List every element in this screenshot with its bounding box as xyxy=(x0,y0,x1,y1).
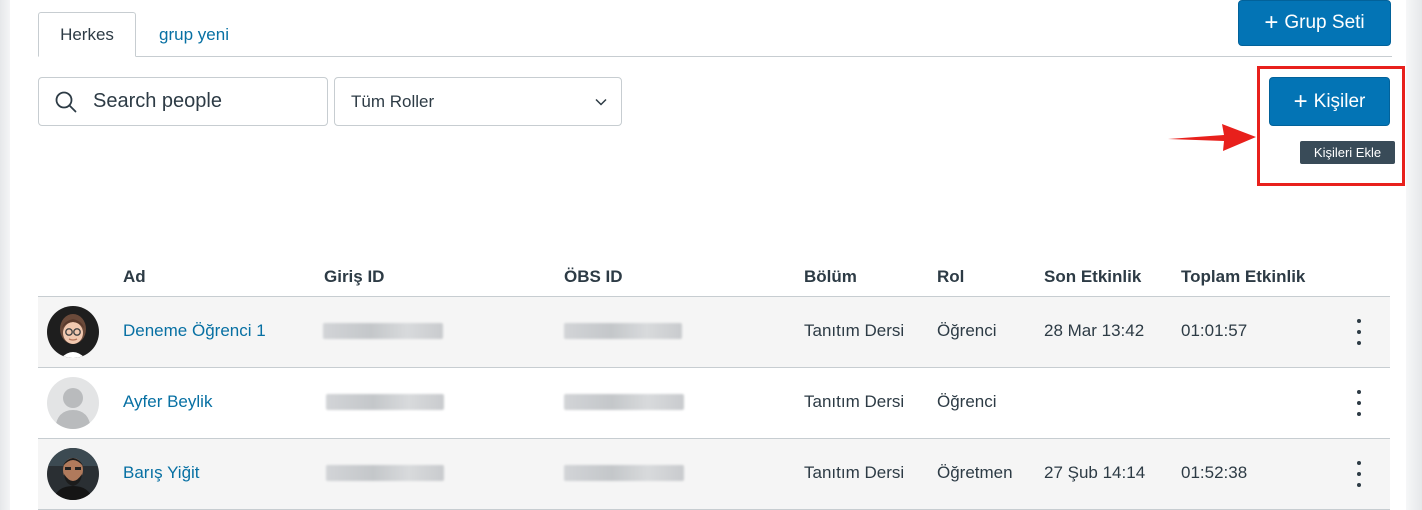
redacted-login-id xyxy=(326,465,444,481)
header-last-activity[interactable]: Son Etkinlik xyxy=(1044,267,1141,287)
add-group-set-button[interactable]: + Grup Seti xyxy=(1238,0,1391,46)
row-options-kebab-icon[interactable] xyxy=(1354,319,1364,345)
section-cell: Tanıtım Dersi xyxy=(804,463,905,482)
search-box[interactable] xyxy=(38,77,328,126)
total-activity-cell: 01:01:57 xyxy=(1181,321,1248,340)
role-cell: Öğretmen xyxy=(937,463,1013,482)
section-cell: Tanıtım Dersi xyxy=(804,392,905,411)
header-name[interactable]: Ad xyxy=(123,267,146,287)
avatar[interactable] xyxy=(47,448,99,500)
row-options-kebab-icon[interactable] xyxy=(1354,461,1364,487)
role-cell: Öğrenci xyxy=(937,321,997,340)
avatar[interactable] xyxy=(47,306,99,358)
person-name-link[interactable]: Barış Yiğit xyxy=(123,463,200,483)
header-login-id[interactable]: Giriş ID xyxy=(324,267,384,287)
section-cell: Tanıtım Dersi xyxy=(804,321,905,340)
tab-group-new[interactable]: grup yeni xyxy=(138,12,250,57)
header-section[interactable]: Bölüm xyxy=(804,267,857,287)
right-edge-shadow xyxy=(1406,0,1422,510)
left-edge-shadow xyxy=(0,0,10,510)
person-name-link[interactable]: Deneme Öğrenci 1 xyxy=(123,321,266,341)
redacted-sis-id xyxy=(564,323,682,339)
redacted-login-id xyxy=(323,323,443,339)
annotation-arrow-icon xyxy=(1168,124,1256,151)
people-table-header: Ad Giriş ID ÖBS ID Bölüm Rol Son Etkinli… xyxy=(38,258,1390,297)
redacted-login-id xyxy=(326,394,444,410)
tab-bar: Herkes grup yeni xyxy=(38,12,1392,57)
table-row: Ayfer Beylik Tanıtım Dersi Öğrenci xyxy=(38,368,1390,439)
last-activity-cell: 28 Mar 13:42 xyxy=(1044,321,1145,340)
header-sis-id[interactable]: ÖBS ID xyxy=(564,267,623,287)
redacted-sis-id xyxy=(564,394,684,410)
header-role[interactable]: Rol xyxy=(937,267,964,287)
chevron-down-icon xyxy=(595,98,607,106)
role-filter-select[interactable]: Tüm Roller xyxy=(334,77,622,126)
default-avatar-icon xyxy=(47,377,99,429)
search-input[interactable] xyxy=(91,89,305,114)
row-options-kebab-icon[interactable] xyxy=(1354,390,1364,416)
person-name-link[interactable]: Ayfer Beylik xyxy=(123,392,212,412)
role-filter-value: Tüm Roller xyxy=(351,91,435,111)
tab-everyone[interactable]: Herkes xyxy=(38,12,136,57)
avatar[interactable] xyxy=(47,377,99,429)
header-total-activity[interactable]: Toplam Etkinlik xyxy=(1181,267,1305,287)
redacted-sis-id xyxy=(564,465,684,481)
last-activity-cell: 27 Şub 14:14 xyxy=(1044,463,1146,482)
role-cell: Öğrenci xyxy=(937,392,997,411)
search-icon xyxy=(55,91,77,112)
table-row: Deneme Öğrenci 1 Tanıtım Dersi Öğrenci 2… xyxy=(38,297,1390,368)
annotation-highlight-box xyxy=(1257,66,1405,186)
photo-avatar-icon xyxy=(47,448,99,500)
plus-icon: + xyxy=(1264,9,1279,36)
table-row: Barış Yiğit Tanıtım Dersi Öğretmen 27 Şu… xyxy=(38,439,1390,510)
add-group-set-label: Grup Seti xyxy=(1284,12,1365,33)
memoji-avatar-icon xyxy=(47,306,99,358)
total-activity-cell: 01:52:38 xyxy=(1181,463,1248,482)
